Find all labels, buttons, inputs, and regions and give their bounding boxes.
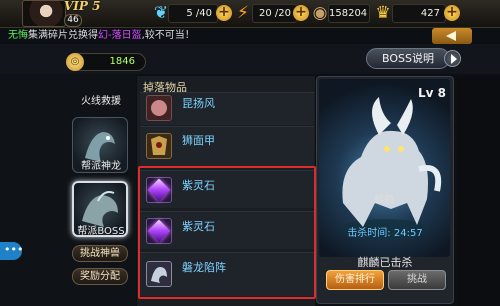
challenge-beast-button[interactable]: 挑战神兽 [72, 245, 128, 262]
add-energy-button[interactable]: + [293, 5, 309, 21]
energy-value: 20 /20 [252, 4, 297, 23]
contribution-icon: ◎ [66, 53, 84, 71]
silver-value: 158204 [328, 4, 370, 23]
damage-rank-button[interactable]: 伤害排行 [326, 270, 384, 290]
menu-item-dragon[interactable]: 帮派神龙 [72, 158, 130, 176]
add-gold-button[interactable]: + [444, 5, 460, 21]
gold-ingot-icon: ♛ [375, 3, 391, 23]
back-button[interactable] [432, 28, 472, 44]
drop-name: 昆扬风 [182, 97, 215, 110]
kill-time: 击杀时间: 24:57 [347, 228, 423, 239]
gold-value: 427 [392, 4, 446, 23]
boss-level: Lv 8 [418, 86, 446, 100]
ticker-text: 集满碎片兑换得 [28, 30, 98, 41]
highlight-frame [138, 166, 316, 299]
top-bar: VIP 5 46 ❦ 5 /40 + ⚡ 20 /20 + ◉ 158204 ♛… [0, 0, 500, 28]
lightning-icon: ⚡ [237, 3, 249, 23]
player-avatar[interactable] [22, 0, 66, 27]
right-edge [457, 76, 500, 306]
drop-row: 狮面甲 [140, 126, 314, 166]
boss-status: 麒麟已击杀 [357, 256, 413, 269]
menu-item-boss[interactable]: 帮派BOSS [72, 223, 130, 241]
menu-item-rescue[interactable]: 火线救援 [72, 93, 130, 111]
challenge-button[interactable]: 挑战 [388, 270, 446, 290]
drop-name: 狮面甲 [182, 134, 215, 147]
boss-info-button[interactable]: BOSS说明 [366, 48, 450, 69]
player-level: 46 [64, 14, 82, 27]
chat-tab[interactable]: ••• [0, 242, 23, 260]
reward-distribution-button[interactable]: 奖励分配 [72, 268, 128, 285]
stamina-value: 5 /40 [168, 4, 218, 23]
vip-label: VIP 5 [64, 0, 101, 13]
wind-item-icon [146, 95, 172, 121]
announcement-ticker: 无悔集满碎片兑换得幻-落日盔,较不可当！ [8, 28, 438, 43]
ticker-player: 无悔 [8, 30, 28, 41]
add-stamina-button[interactable]: + [216, 5, 232, 21]
ticker-text-end: ,较不可当！ [141, 30, 195, 41]
boss-name: 麒麟 [374, 195, 394, 206]
arrow-right-icon[interactable] [444, 50, 461, 67]
ticker-item: 幻-落日盔 [98, 30, 142, 41]
armor-item-icon [146, 133, 172, 159]
drop-row: 昆扬风 [140, 92, 314, 125]
